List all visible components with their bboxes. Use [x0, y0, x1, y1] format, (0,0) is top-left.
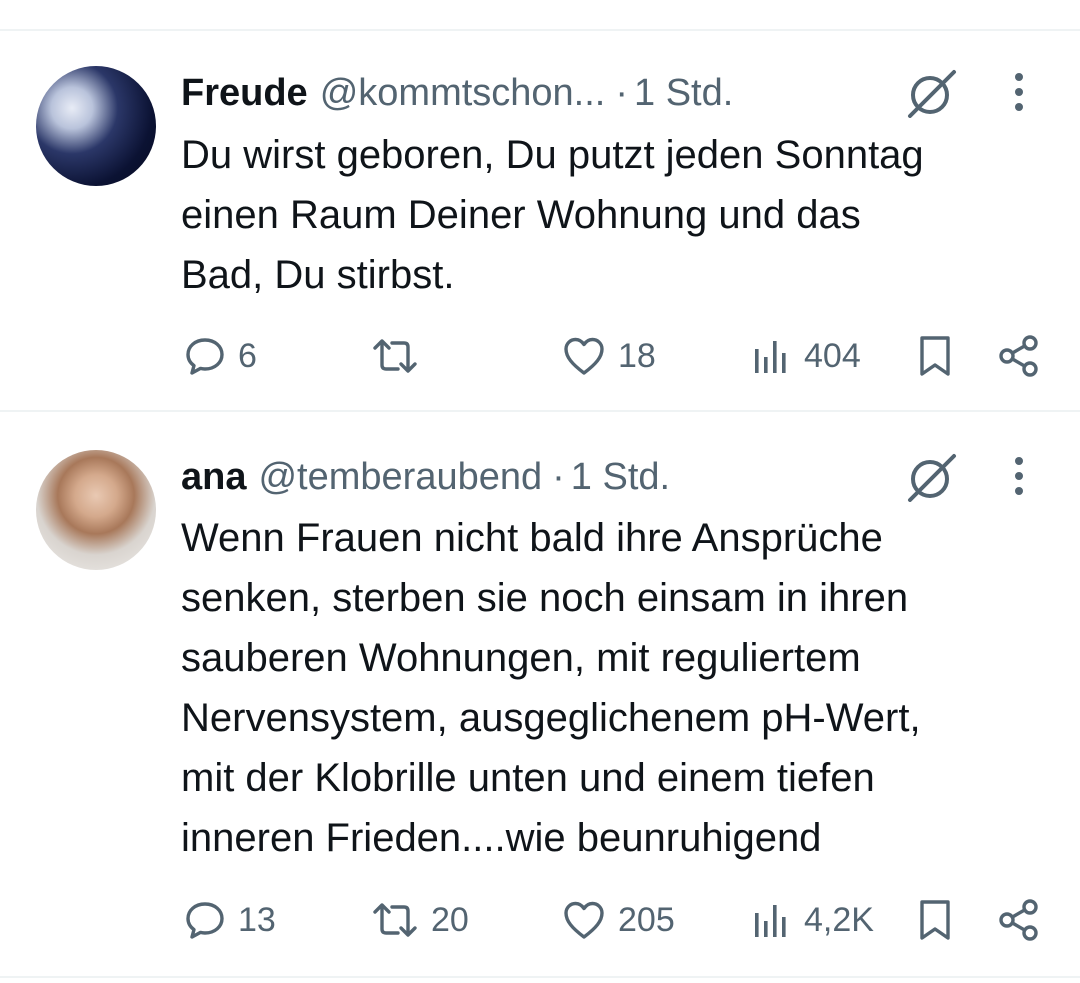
- more-icon[interactable]: [1004, 452, 1034, 502]
- reply-icon: [186, 338, 224, 375]
- share-button[interactable]: [997, 895, 1041, 945]
- share-button[interactable]: [997, 331, 1041, 381]
- divider-bottom: [0, 976, 1080, 978]
- like-button[interactable]: 18: [562, 331, 656, 381]
- tweet-line: inneren Frieden....wie beunruhigend: [181, 816, 822, 860]
- bookmark-icon: [920, 900, 950, 940]
- separator-dot: ·: [552, 455, 565, 498]
- bookmark-icon: [920, 336, 950, 376]
- views-count: 404: [804, 336, 861, 375]
- author-name[interactable]: ana: [181, 456, 246, 499]
- views-count: 4,2K: [804, 900, 874, 939]
- reply-count: 6: [238, 336, 257, 375]
- timestamp[interactable]: 1 Std.: [571, 456, 670, 499]
- author-name[interactable]: Freude: [181, 72, 308, 115]
- like-icon: [564, 901, 604, 939]
- like-icon: [564, 337, 604, 375]
- author-handle[interactable]: @kommtschon...: [320, 72, 606, 115]
- bookmark-button[interactable]: [915, 331, 955, 381]
- reply-count: 13: [238, 900, 276, 939]
- avatar[interactable]: [36, 450, 156, 570]
- share-icon: [999, 335, 1038, 377]
- retweet-button[interactable]: [371, 331, 431, 381]
- reply-icon: [186, 902, 224, 939]
- divider-middle: [0, 410, 1080, 412]
- author-handle[interactable]: @temberaubend: [258, 456, 542, 499]
- reply-button[interactable]: 6: [184, 331, 257, 381]
- tweet-line: senken, sterben sie noch einsam in ihren: [181, 576, 909, 620]
- separator-dot: ·: [615, 71, 629, 114]
- grok-icon[interactable]: [904, 68, 960, 118]
- tweet-actions: 13 20 205 4,2K: [0, 895, 1080, 945]
- tweet-line: Wenn Frauen nicht bald ihre Ansprüche: [181, 516, 883, 560]
- tweet-header: ana @temberaubend · 1 Std.: [181, 452, 670, 502]
- reply-button[interactable]: 13: [184, 895, 276, 945]
- tweet-line: sauberen Wohnungen, mit reguliertem: [181, 636, 861, 680]
- like-button[interactable]: 205: [562, 895, 675, 945]
- views-icon: [755, 905, 786, 937]
- tweet-text: Du wirst geboren, Du putzt jeden Sonntag…: [181, 125, 1061, 305]
- like-count: 205: [618, 900, 675, 939]
- tweet-line: einen Raum Deiner Wohnung und das: [181, 193, 861, 237]
- more-icon[interactable]: [1004, 68, 1034, 118]
- views-button[interactable]: 4,2K: [752, 895, 874, 945]
- tweet-line: Bad, Du stirbst.: [181, 253, 455, 297]
- tweet-line: mit der Klobrille unten und einem tiefen: [181, 756, 875, 800]
- grok-icon[interactable]: [904, 452, 960, 502]
- share-icon: [999, 899, 1038, 941]
- tweet-actions: 6 18 404: [0, 331, 1080, 381]
- retweet-icon: [373, 339, 417, 373]
- views-icon: [755, 341, 786, 373]
- retweet-button[interactable]: 20: [371, 895, 469, 945]
- tweet-header: Freude @kommtschon... · 1 Std.: [181, 68, 733, 118]
- divider-top: [0, 29, 1080, 31]
- tweet-line: Du wirst geboren, Du putzt jeden Sonntag: [181, 133, 924, 177]
- timestamp[interactable]: 1 Std.: [634, 72, 733, 115]
- avatar[interactable]: [36, 66, 156, 186]
- retweet-count: 20: [431, 900, 469, 939]
- tweet-line: Nervensystem, ausgeglichenem pH-Wert,: [181, 696, 921, 740]
- bookmark-button[interactable]: [915, 895, 955, 945]
- retweet-icon: [373, 903, 417, 937]
- views-button[interactable]: 404: [752, 331, 861, 381]
- like-count: 18: [618, 336, 656, 375]
- tweet-text: Wenn Frauen nicht bald ihre Ansprüche se…: [181, 508, 1061, 868]
